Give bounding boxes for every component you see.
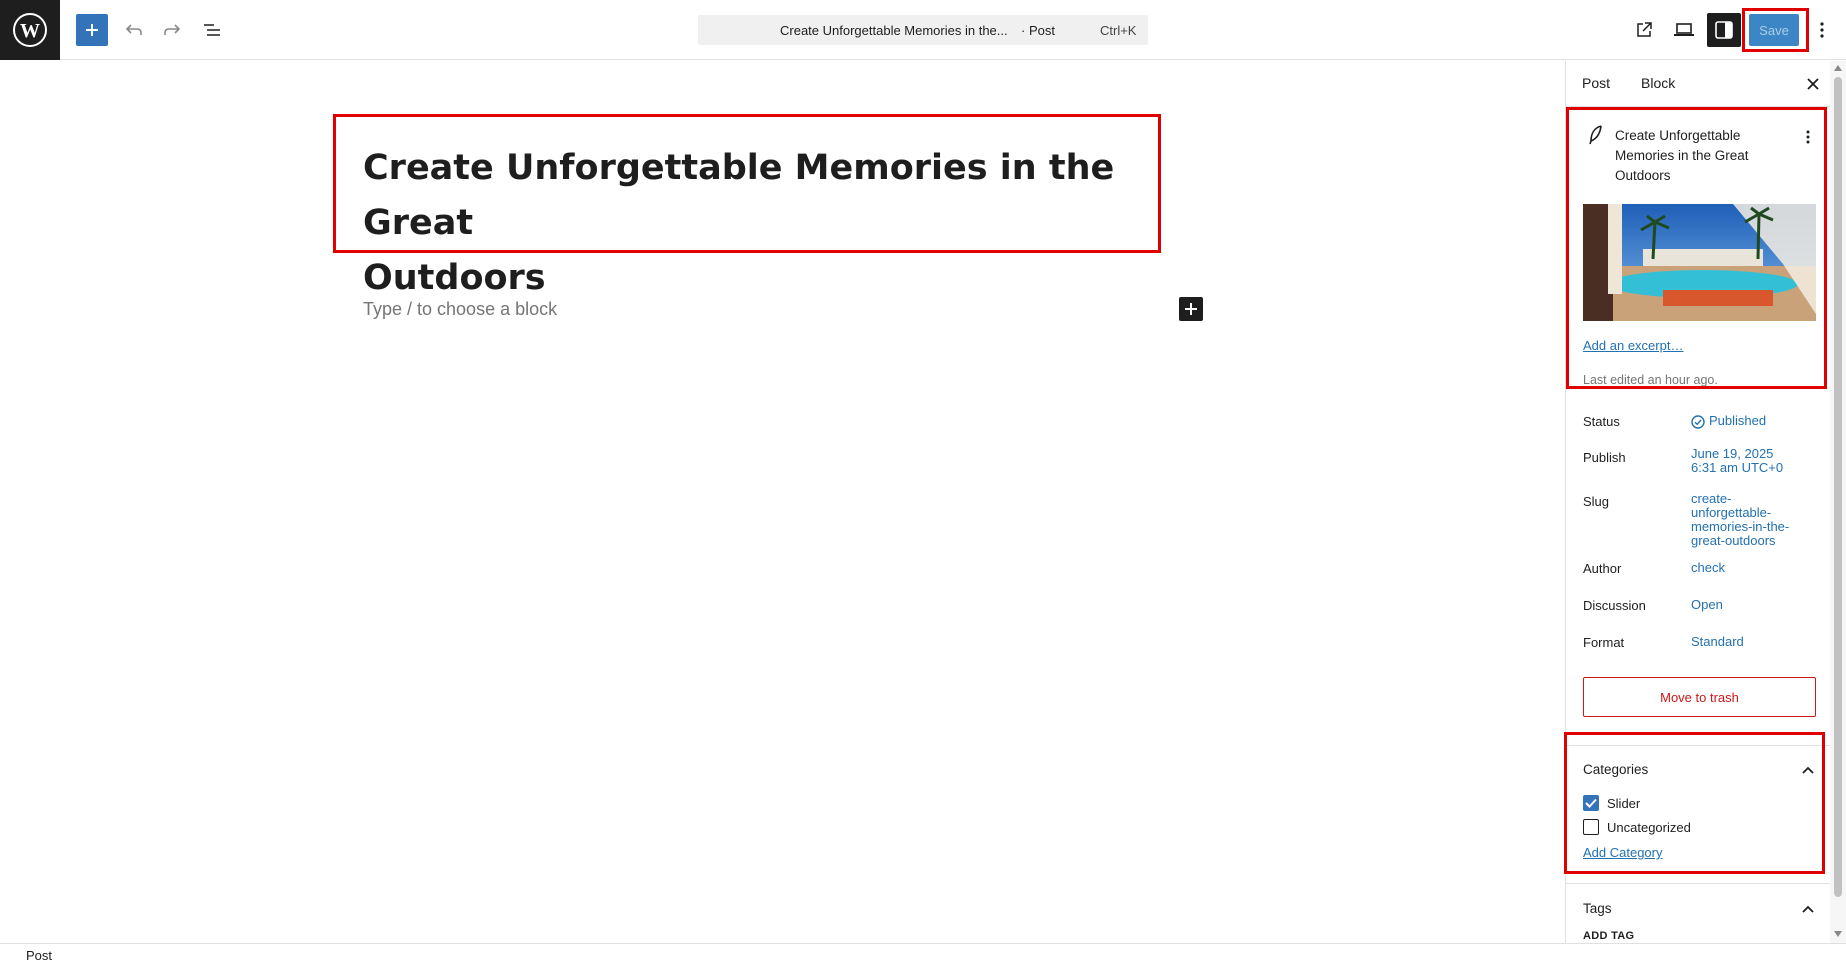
- desktop-icon: [1674, 23, 1694, 36]
- list-view-icon: [204, 24, 220, 36]
- command-bar-title: Create Unforgettable Memories in the...: [780, 23, 1008, 38]
- featured-image[interactable]: [1583, 204, 1816, 321]
- slug-value[interactable]: create- unforgettable- memories-in-the- …: [1691, 492, 1789, 548]
- author-label: Author: [1583, 561, 1622, 576]
- close-icon: [1807, 78, 1819, 90]
- settings-sidebar: Post Block Create Unforgettable Memories…: [1565, 61, 1830, 943]
- block-breadcrumb[interactable]: Post: [26, 948, 52, 963]
- chevron-up-icon: [1802, 766, 1814, 774]
- document-overview-button[interactable]: [196, 14, 228, 46]
- slug-line: unforgettable-: [1691, 505, 1772, 520]
- wordpress-logo-icon: W: [13, 13, 47, 47]
- add-excerpt-link[interactable]: Add an excerpt…: [1583, 338, 1683, 353]
- post-title[interactable]: Create Unforgettable Memories in the Gre…: [363, 141, 1123, 306]
- options-menu-button[interactable]: [1808, 14, 1836, 46]
- more-vertical-icon: [1820, 22, 1824, 38]
- undo-icon: [125, 24, 142, 35]
- discussion-value[interactable]: Open: [1691, 598, 1723, 612]
- post-actions-button[interactable]: [1800, 125, 1816, 149]
- editor-canvas[interactable]: Create Unforgettable Memories in the Gre…: [0, 61, 1564, 943]
- featured-image-resort-pool: [1583, 204, 1816, 321]
- sidebar-scrollbar[interactable]: [1830, 61, 1846, 943]
- more-vertical-icon: [1806, 130, 1810, 144]
- post-title-line-2: Outdoors: [363, 258, 546, 298]
- status-label: Status: [1583, 414, 1620, 429]
- categories-toggle-button[interactable]: [1798, 760, 1818, 780]
- svg-text:W: W: [20, 20, 40, 42]
- block-inserter-button[interactable]: [76, 14, 108, 46]
- format-label: Format: [1583, 635, 1625, 650]
- tab-block[interactable]: Block: [1641, 75, 1675, 91]
- command-bar-shortcut: Ctrl+K: [1100, 23, 1137, 38]
- scroll-down-arrow-icon[interactable]: [1834, 931, 1842, 937]
- undo-button[interactable]: [118, 14, 150, 46]
- command-bar-post-type: · Post: [1021, 23, 1055, 38]
- command-palette-bar[interactable]: Create Unforgettable Memories in the... …: [698, 15, 1148, 45]
- category-item-slider[interactable]: Slider: [1583, 795, 1640, 811]
- slider-checkbox[interactable]: [1583, 795, 1599, 811]
- category-label: Slider: [1607, 795, 1641, 811]
- checkmark-icon: [1585, 798, 1597, 808]
- status-text: Published: [1709, 413, 1767, 428]
- publish-date-button[interactable]: June 19, 2025 6:31 am UTC+0: [1691, 447, 1783, 475]
- chevron-up-icon: [1802, 905, 1814, 913]
- slug-label: Slug: [1583, 494, 1610, 509]
- settings-toggle-button[interactable]: [1707, 13, 1741, 47]
- save-button[interactable]: Save: [1749, 14, 1799, 46]
- slug-line: create-: [1691, 491, 1732, 506]
- plus-icon: [86, 24, 98, 36]
- add-category-link[interactable]: Add Category: [1583, 845, 1663, 860]
- categories-panel-title[interactable]: Categories: [1583, 762, 1648, 777]
- add-tag-label: ADD TAG: [1583, 930, 1635, 942]
- post-title-line-1: Create Unforgettable Memories in the Gre…: [363, 148, 1115, 243]
- publish-date: June 19, 2025: [1691, 446, 1774, 461]
- redo-button[interactable]: [156, 14, 188, 46]
- slug-line: great-outdoors: [1691, 533, 1776, 548]
- editor-header: W Create Unforgettable Memories in the..…: [0, 0, 1846, 60]
- category-label: Uncategorized: [1607, 819, 1691, 835]
- post-icon: [1588, 125, 1604, 148]
- sidebar-icon: [1715, 21, 1733, 39]
- preview-button[interactable]: [1668, 14, 1700, 46]
- move-to-trash-button[interactable]: Move to trash: [1583, 677, 1816, 717]
- editor-footer: Post: [0, 943, 1846, 966]
- published-check-icon: [1691, 414, 1705, 429]
- tags-toggle-button[interactable]: [1798, 899, 1818, 919]
- status-value[interactable]: Published: [1691, 414, 1766, 429]
- last-edited-text: Last edited an hour ago.: [1583, 373, 1718, 387]
- redo-icon: [164, 24, 181, 35]
- post-summary-title: Create Unforgettable Memories in the Gre…: [1615, 128, 1749, 183]
- sidebar-tabs: Post Block: [1566, 61, 1830, 107]
- tags-panel-title[interactable]: Tags: [1583, 901, 1612, 916]
- format-value[interactable]: Standard: [1691, 635, 1744, 649]
- divider: [1566, 745, 1830, 746]
- author-value[interactable]: check: [1691, 561, 1725, 575]
- feather-icon: [1589, 125, 1602, 145]
- category-item-uncategorized[interactable]: Uncategorized: [1583, 819, 1691, 835]
- view-post-button[interactable]: [1628, 14, 1660, 46]
- wordpress-logo-button[interactable]: W: [0, 0, 60, 60]
- external-link-icon: [1637, 22, 1652, 37]
- publish-label: Publish: [1583, 450, 1626, 465]
- divider: [1566, 883, 1830, 884]
- add-block-button[interactable]: [1179, 297, 1203, 321]
- slug-line: memories-in-the-: [1691, 519, 1790, 534]
- discussion-label: Discussion: [1583, 598, 1646, 613]
- publish-time: 6:31 am UTC+0: [1691, 460, 1784, 475]
- tab-post[interactable]: Post: [1582, 75, 1610, 91]
- close-sidebar-button[interactable]: [1802, 73, 1824, 95]
- uncategorized-checkbox[interactable]: [1583, 819, 1599, 835]
- scroll-up-arrow-icon[interactable]: [1834, 65, 1842, 71]
- block-placeholder[interactable]: Type / to choose a block: [363, 299, 557, 320]
- scrollbar-thumb[interactable]: [1834, 77, 1842, 897]
- plus-icon: [1185, 303, 1197, 315]
